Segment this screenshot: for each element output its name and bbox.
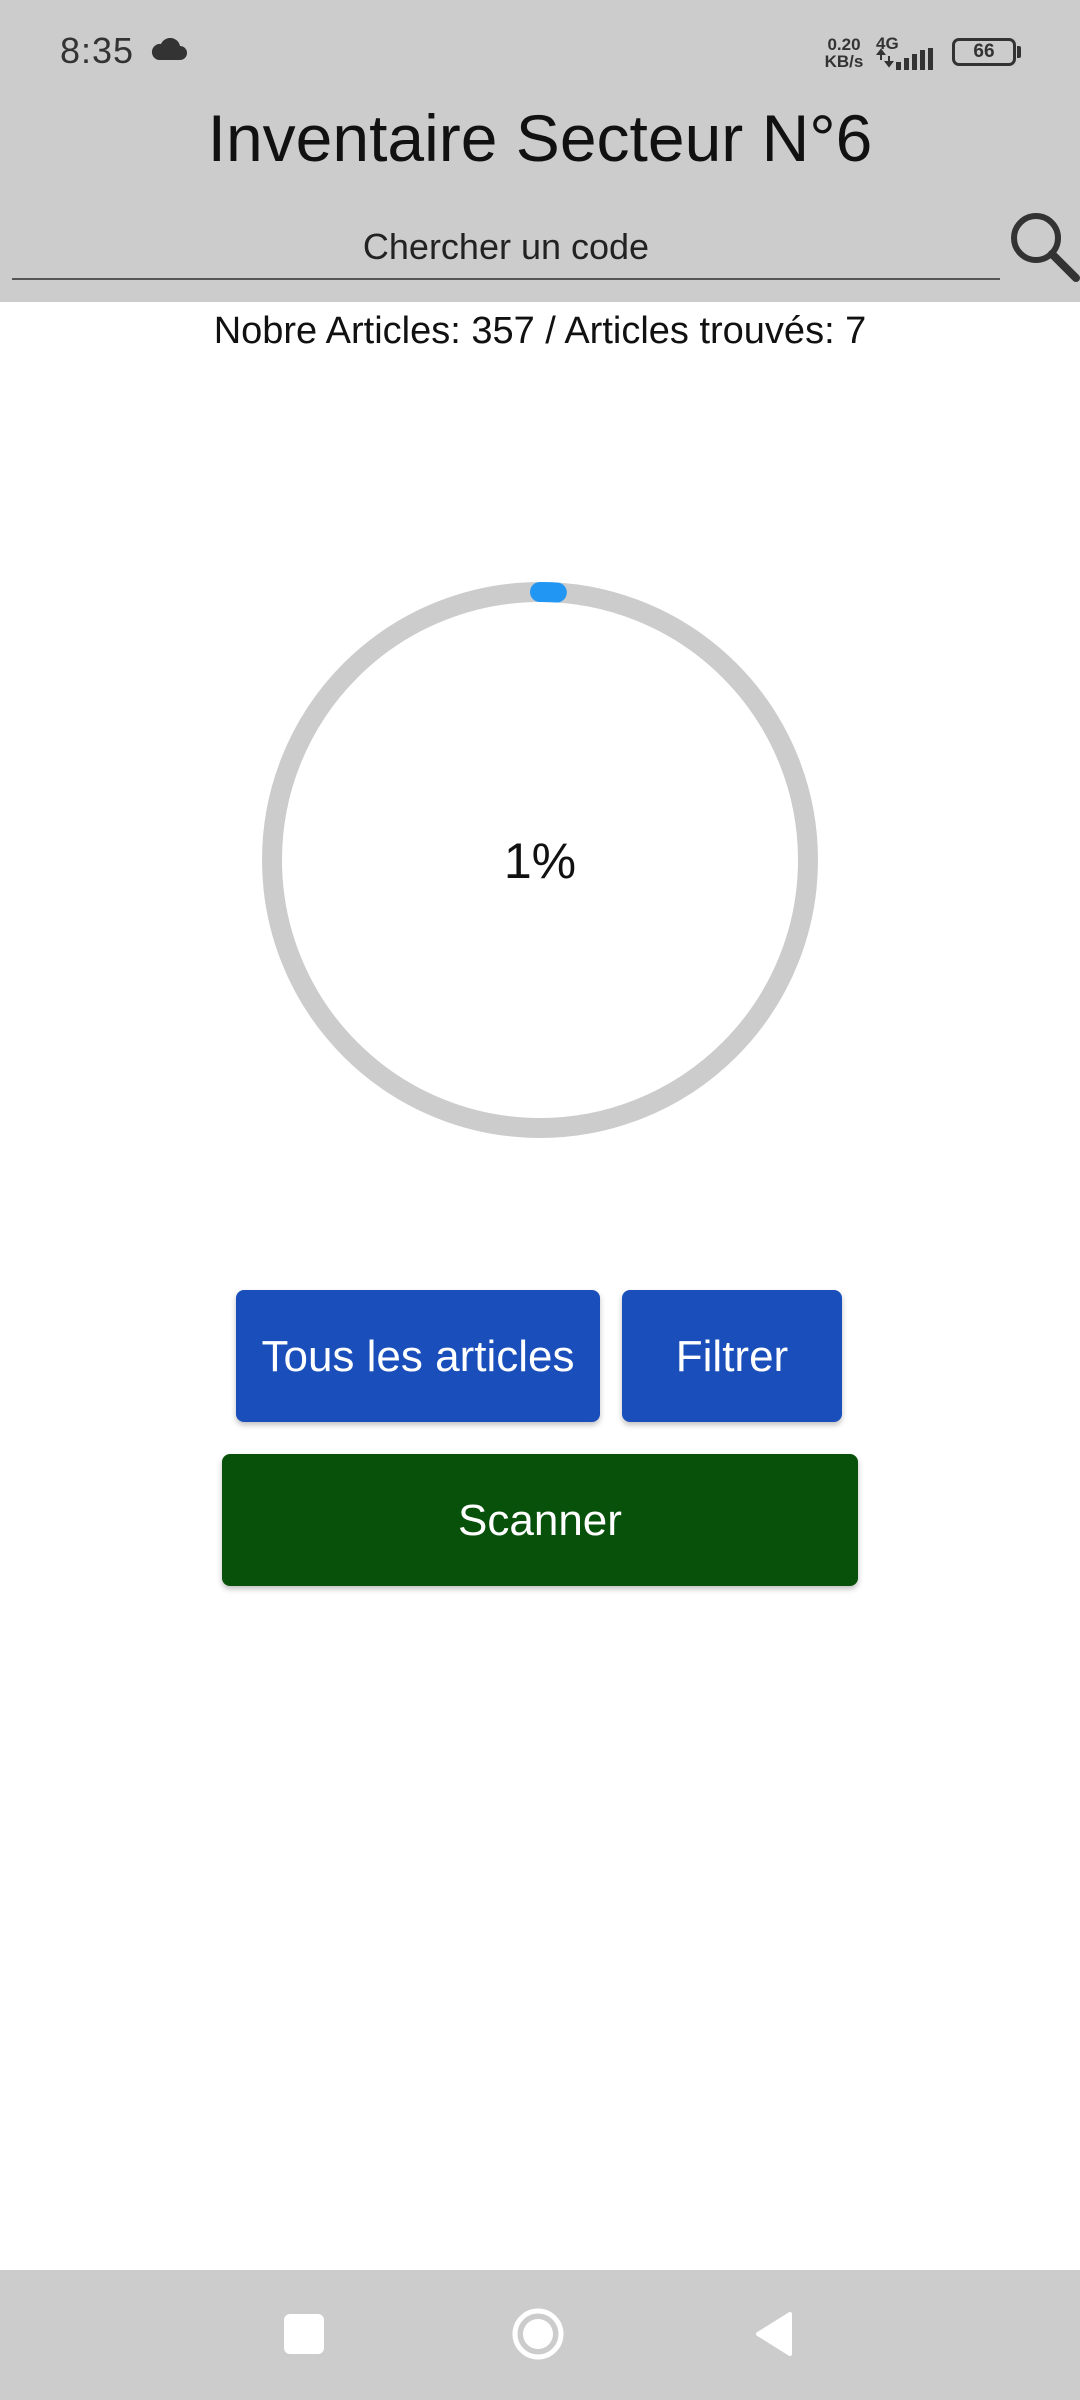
screen: 8:35 0.20 KB/s 4G 66 Inventaire Secteur … bbox=[0, 0, 1080, 2400]
cloud-icon bbox=[151, 38, 187, 60]
page-title: Inventaire Secteur N°6 bbox=[207, 101, 873, 175]
app-header: 8:35 0.20 KB/s 4G 66 Inventaire Secteur … bbox=[0, 0, 1080, 302]
articles-summary: Nobre Articles: 357 / Articles trouvés: … bbox=[213, 310, 867, 352]
back-icon[interactable] bbox=[752, 2310, 794, 2358]
network-speed: 0.20 KB/s bbox=[822, 36, 866, 70]
network-speed-value: 0.20 bbox=[827, 35, 861, 54]
battery-icon: 66 bbox=[952, 38, 1016, 66]
status-time: 8:35 bbox=[60, 30, 135, 71]
all-articles-button[interactable]: Tous les articles bbox=[236, 1290, 600, 1422]
system-nav-bar bbox=[0, 2270, 1080, 2400]
search-input[interactable] bbox=[12, 216, 1000, 280]
battery-level: 66 bbox=[973, 41, 995, 62]
network-speed-unit: KB/s bbox=[824, 52, 864, 71]
recent-apps-icon[interactable] bbox=[284, 2314, 324, 2354]
progress-percent-label: 1% bbox=[503, 833, 577, 889]
signal-icon bbox=[876, 48, 933, 70]
battery-tip bbox=[1017, 46, 1021, 58]
home-icon[interactable] bbox=[510, 2306, 566, 2362]
magnifier-icon[interactable] bbox=[1006, 208, 1080, 282]
scan-button[interactable]: Scanner bbox=[222, 1454, 858, 1586]
status-bar: 8:35 0.20 KB/s 4G 66 bbox=[0, 0, 1080, 108]
filter-button[interactable]: Filtrer bbox=[622, 1290, 842, 1422]
progress-arc bbox=[530, 582, 567, 603]
